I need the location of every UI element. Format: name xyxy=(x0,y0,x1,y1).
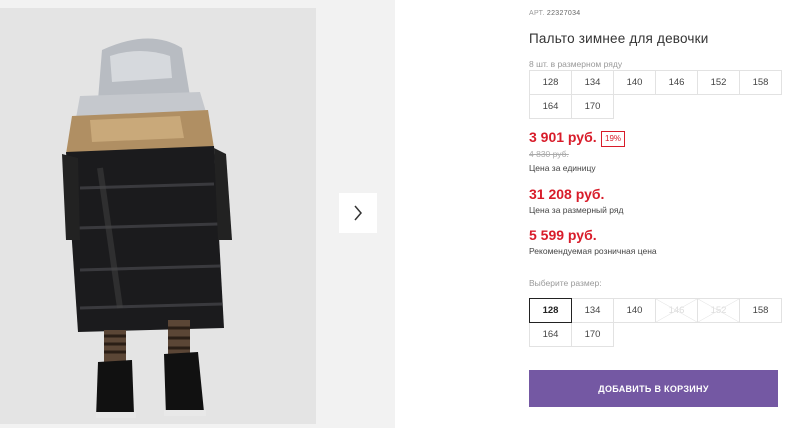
pack-size: 146 xyxy=(655,70,698,95)
pack-label: 8 шт. в размерном ряду xyxy=(529,59,623,69)
size-option-146: 146 xyxy=(655,298,698,323)
next-image-button[interactable] xyxy=(339,193,377,233)
size-option-128[interactable]: 128 xyxy=(529,298,572,323)
retail-price: 5 599 руб. xyxy=(529,227,597,243)
pack-size: 158 xyxy=(739,70,782,95)
pack-size: 152 xyxy=(697,70,740,95)
unit-price-note: Цена за единицу xyxy=(529,163,596,173)
chevron-right-icon xyxy=(354,205,362,221)
unit-price: 3 901 руб. xyxy=(529,129,597,145)
product-photo[interactable] xyxy=(0,8,316,424)
pack-size: 134 xyxy=(571,70,614,95)
choose-size-label: Выберите размер: xyxy=(529,278,602,288)
pack-size: 170 xyxy=(571,94,614,119)
add-to-cart-button[interactable]: ДОБАВИТЬ В КОРЗИНУ xyxy=(529,370,778,407)
size-option-164[interactable]: 164 xyxy=(529,322,572,347)
size-selector: 128 134 140 146 152 158 164 170 xyxy=(529,298,782,347)
pack-size-grid: 128 134 140 146 152 158 164 170 xyxy=(529,70,782,119)
size-option-158[interactable]: 158 xyxy=(739,298,782,323)
size-option-134[interactable]: 134 xyxy=(571,298,614,323)
product-photo-image xyxy=(0,8,316,424)
pack-price-note: Цена за размерный ряд xyxy=(529,205,624,215)
pack-size: 128 xyxy=(529,70,572,95)
article-number: АРТ. 22327034 xyxy=(529,10,580,17)
size-option-152: 152 xyxy=(697,298,740,323)
pack-price: 31 208 руб. xyxy=(529,186,605,202)
retail-price-note: Рекомендуемая розничная цена xyxy=(529,246,657,256)
discount-badge: 19% xyxy=(601,131,626,147)
pack-size: 164 xyxy=(529,94,572,119)
product-gallery xyxy=(0,0,395,428)
old-price: 4 830 руб. xyxy=(529,149,569,159)
product-page: АРТ. 22327034 Пальто зимнее для девочки … xyxy=(0,0,800,428)
pack-size: 140 xyxy=(613,70,656,95)
size-option-170[interactable]: 170 xyxy=(571,322,614,347)
article-label: АРТ. xyxy=(529,10,545,17)
article-value: 22327034 xyxy=(546,10,581,17)
size-option-140[interactable]: 140 xyxy=(613,298,656,323)
product-title: Пальто зимнее для девочки xyxy=(529,31,709,46)
